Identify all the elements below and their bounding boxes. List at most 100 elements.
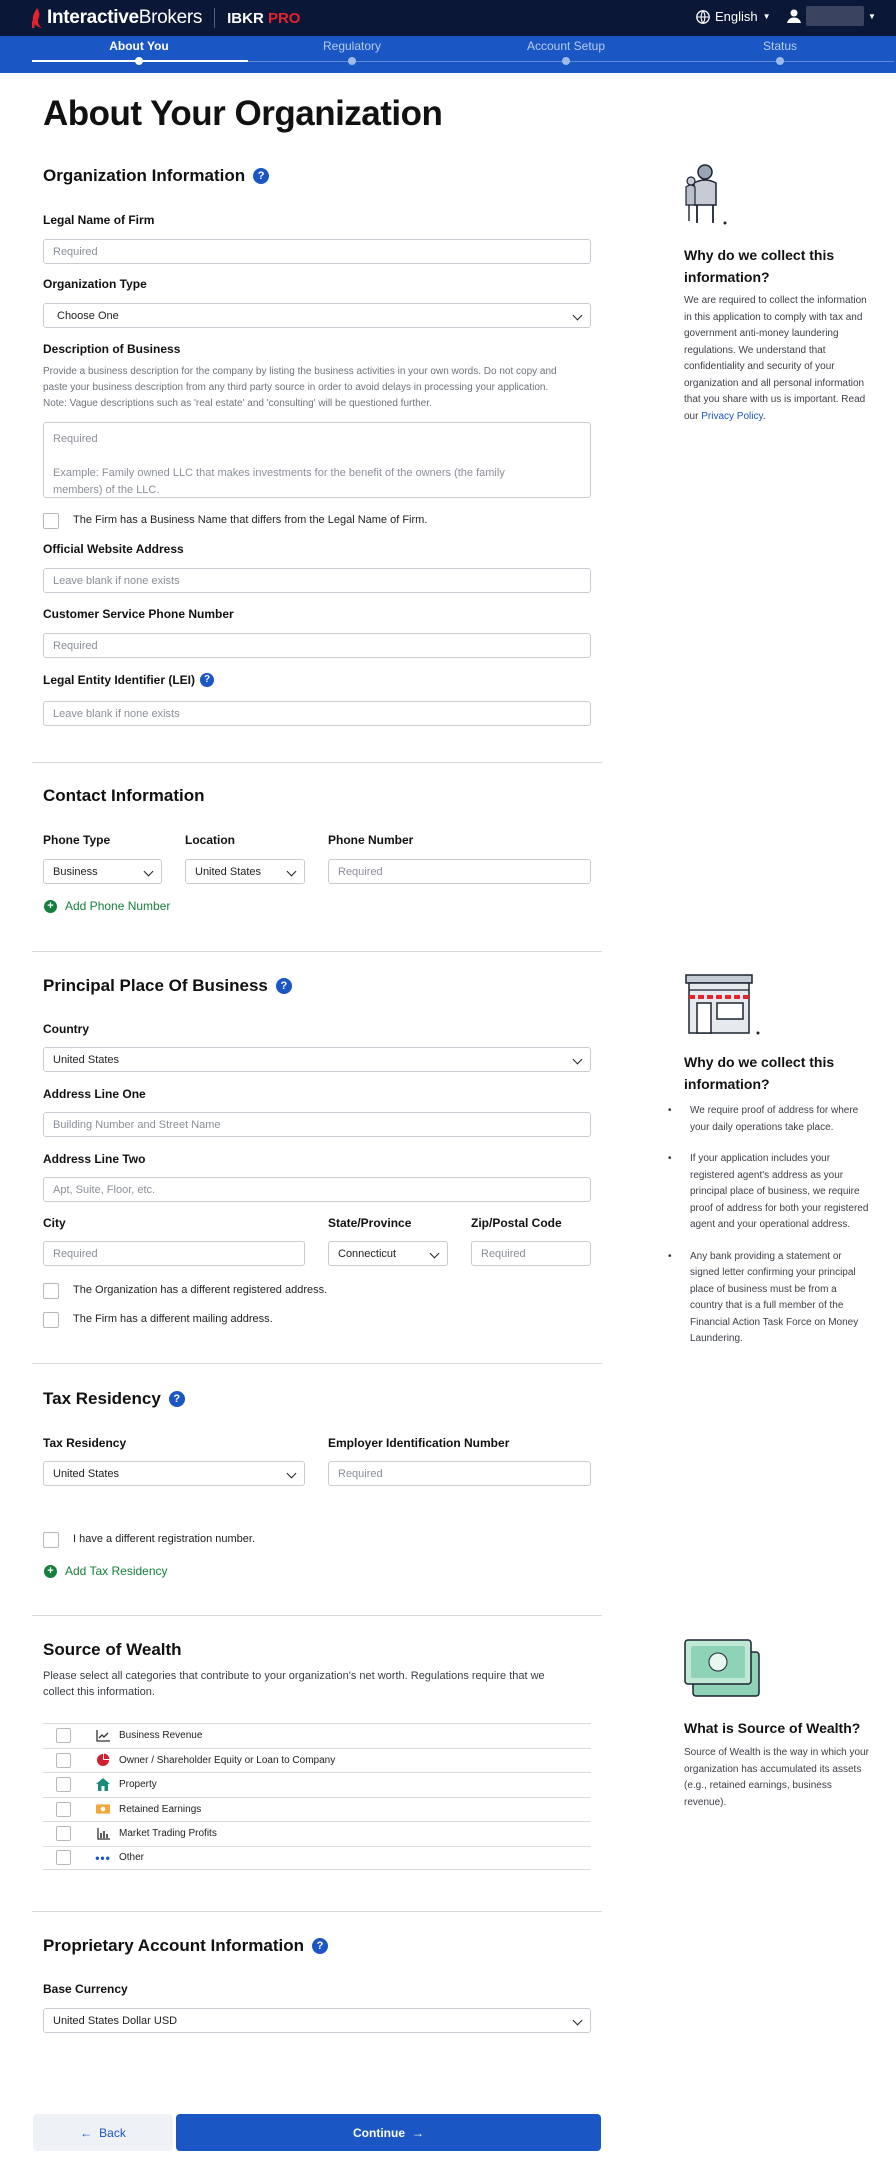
bullet-line: place of business must be from a (690, 1283, 837, 1295)
help-icon[interactable]: ? (275, 978, 292, 994)
top-navigation-bar: InteractiveBrokers IBKR PRO English ▼ ▼ (0, 0, 896, 36)
section-title-organization: Organization Information ? (43, 166, 270, 186)
list-item-label: Owner / Shareholder Equity or Loan to Co… (119, 1754, 336, 1766)
phone-number-label: Phone Number (328, 833, 414, 847)
section-title-text: Contact Information (43, 786, 205, 805)
different-mailing-address-label: The Firm has a different mailing address… (73, 1313, 273, 1325)
section-divider (32, 1615, 602, 1616)
cash-icon (96, 1802, 110, 1816)
bullet-line: signed letter confirming your principal (690, 1267, 856, 1278)
different-mailing-address-checkbox[interactable] (43, 1312, 59, 1328)
language-selector[interactable]: English ▼ (696, 9, 771, 24)
bullet-line: registered agent's address as your (690, 1169, 844, 1181)
legal-name-input[interactable]: Required (43, 239, 591, 264)
different-registered-address-checkbox[interactable] (43, 1283, 59, 1299)
property-checkbox[interactable] (56, 1777, 71, 1793)
customer-phone-input[interactable]: Required (43, 633, 591, 658)
base-currency-value: United States Dollar USD (53, 2015, 178, 2027)
why-collect-title-line: Why do we collect this (684, 1054, 835, 1070)
ein-input[interactable]: Required (328, 1461, 591, 1486)
add-tax-residency-button[interactable]: + Add Tax Residency (44, 1564, 168, 1578)
business-description-label: Description of Business (43, 342, 181, 356)
retained-earnings-checkbox[interactable] (56, 1801, 71, 1817)
list-item[interactable]: Business Revenue (43, 1723, 591, 1748)
website-input[interactable]: Leave blank if none exists (43, 568, 591, 593)
section-title-principal-place: Principal Place Of Business ? (43, 976, 292, 996)
business-revenue-checkbox[interactable] (56, 1728, 71, 1744)
side-text-line: organization has accumulated its assets (684, 1763, 862, 1775)
different-registered-address-label: The Organization has a different registe… (73, 1284, 328, 1296)
people-illustration-icon (685, 164, 727, 225)
market-trading-profits-checkbox[interactable] (56, 1826, 71, 1842)
legal-name-label: Legal Name of Firm (43, 213, 155, 227)
step-regulatory[interactable]: Regulatory (292, 39, 412, 53)
business-description-textarea[interactable]: Required Example: Family owned LLC that … (43, 422, 591, 498)
chevron-down-icon: ▼ (762, 12, 771, 21)
other-checkbox[interactable] (56, 1850, 71, 1866)
arrow-left-icon: ← (80, 2125, 93, 2140)
more-dots-icon: ••• (95, 1850, 111, 1865)
bullet-line: proof of address for both your registere… (690, 1202, 869, 1214)
phone-type-select[interactable]: Business (43, 859, 162, 884)
lei-input[interactable]: Leave blank if none exists (43, 701, 591, 726)
why-collect-title-2: Why do we collect this information? (684, 1051, 834, 1095)
different-registration-number-checkbox[interactable] (43, 1532, 59, 1548)
list-item[interactable]: Retained Earnings (43, 1796, 591, 1822)
step-status[interactable]: Status (720, 39, 840, 53)
list-item[interactable]: ••• Other (43, 1845, 591, 1870)
add-phone-number-button[interactable]: + Add Phone Number (44, 899, 170, 913)
location-select[interactable]: United States (185, 859, 305, 884)
city-input[interactable]: Required (43, 1241, 305, 1266)
address-line-one-label: Address Line One (43, 1087, 146, 1101)
privacy-policy-link[interactable]: Privacy Policy (701, 411, 763, 422)
section-title-text: Organization Information (43, 166, 246, 185)
plus-icon: + (44, 1564, 57, 1578)
step-about-you[interactable]: About You (79, 39, 199, 53)
source-of-wealth-list: Business Revenue Owner / Shareholder Equ… (43, 1723, 591, 1870)
lei-label: Legal Entity Identifier (LEI) ? (43, 673, 215, 687)
help-icon[interactable]: ? (168, 1391, 185, 1407)
phone-number-input[interactable]: Required (328, 859, 591, 884)
hint-line: Note: Vague descriptions such as 'real e… (43, 398, 432, 409)
why-collect-line: . (762, 410, 766, 422)
brand-logo[interactable]: InteractiveBrokers IBKR PRO (30, 7, 300, 29)
user-icon (787, 9, 801, 23)
owner-equity-checkbox[interactable] (56, 1752, 71, 1768)
tax-residency-label: Tax Residency (43, 1436, 127, 1450)
state-select[interactable]: Connecticut (328, 1241, 448, 1266)
address-line-two-input[interactable]: Apt, Suite, Floor, etc. (43, 1177, 591, 1202)
tax-residency-select[interactable]: United States (43, 1461, 305, 1486)
org-type-select[interactable]: Choose One (43, 303, 591, 328)
chevron-down-icon: ▼ (868, 11, 876, 21)
zip-input[interactable]: Required (471, 1241, 591, 1266)
why-collect-line: confidentiality and security of your (684, 361, 835, 372)
step-account-setup[interactable]: Account Setup (506, 39, 626, 53)
address-line-one-input[interactable]: Building Number and Street Name (43, 1112, 591, 1137)
list-item-label: Other (119, 1852, 145, 1864)
help-icon[interactable]: ? (253, 168, 270, 184)
list-item[interactable]: Market Trading Profits (43, 1821, 591, 1846)
back-button[interactable]: ← Back (33, 2114, 173, 2151)
plus-icon: + (44, 899, 57, 913)
base-currency-select[interactable]: United States Dollar USD (43, 2008, 591, 2033)
business-name-differs-checkbox[interactable] (43, 513, 59, 529)
help-icon[interactable]: ? (200, 673, 215, 687)
application-progress-bar: About You Regulatory Account Setup Statu… (0, 36, 896, 73)
list-item[interactable]: Property (43, 1772, 591, 1797)
user-menu[interactable]: ▼ (786, 6, 876, 26)
why-collect-title-line: information? (684, 1076, 770, 1092)
list-item[interactable]: Owner / Shareholder Equity or Loan to Co… (43, 1747, 591, 1773)
language-label: English (715, 9, 758, 24)
country-select[interactable]: United States (43, 1047, 591, 1072)
user-name-redacted (806, 6, 864, 26)
why-collect-line: our (684, 410, 699, 422)
step-dot-regulatory (348, 57, 356, 65)
bullet-line: agent and your operational address. (690, 1219, 851, 1230)
continue-button[interactable]: Continue → (176, 2114, 601, 2151)
bullet-line: principal place of business, we require (690, 1186, 860, 1197)
address-line-two-label: Address Line Two (43, 1152, 146, 1166)
help-icon[interactable]: ? (312, 1938, 329, 1954)
why-collect-line: in this application to comply with tax a… (684, 311, 863, 323)
why-collect-title-line: Why do we collect this (684, 247, 835, 263)
base-currency-label: Base Currency (43, 1982, 128, 1996)
